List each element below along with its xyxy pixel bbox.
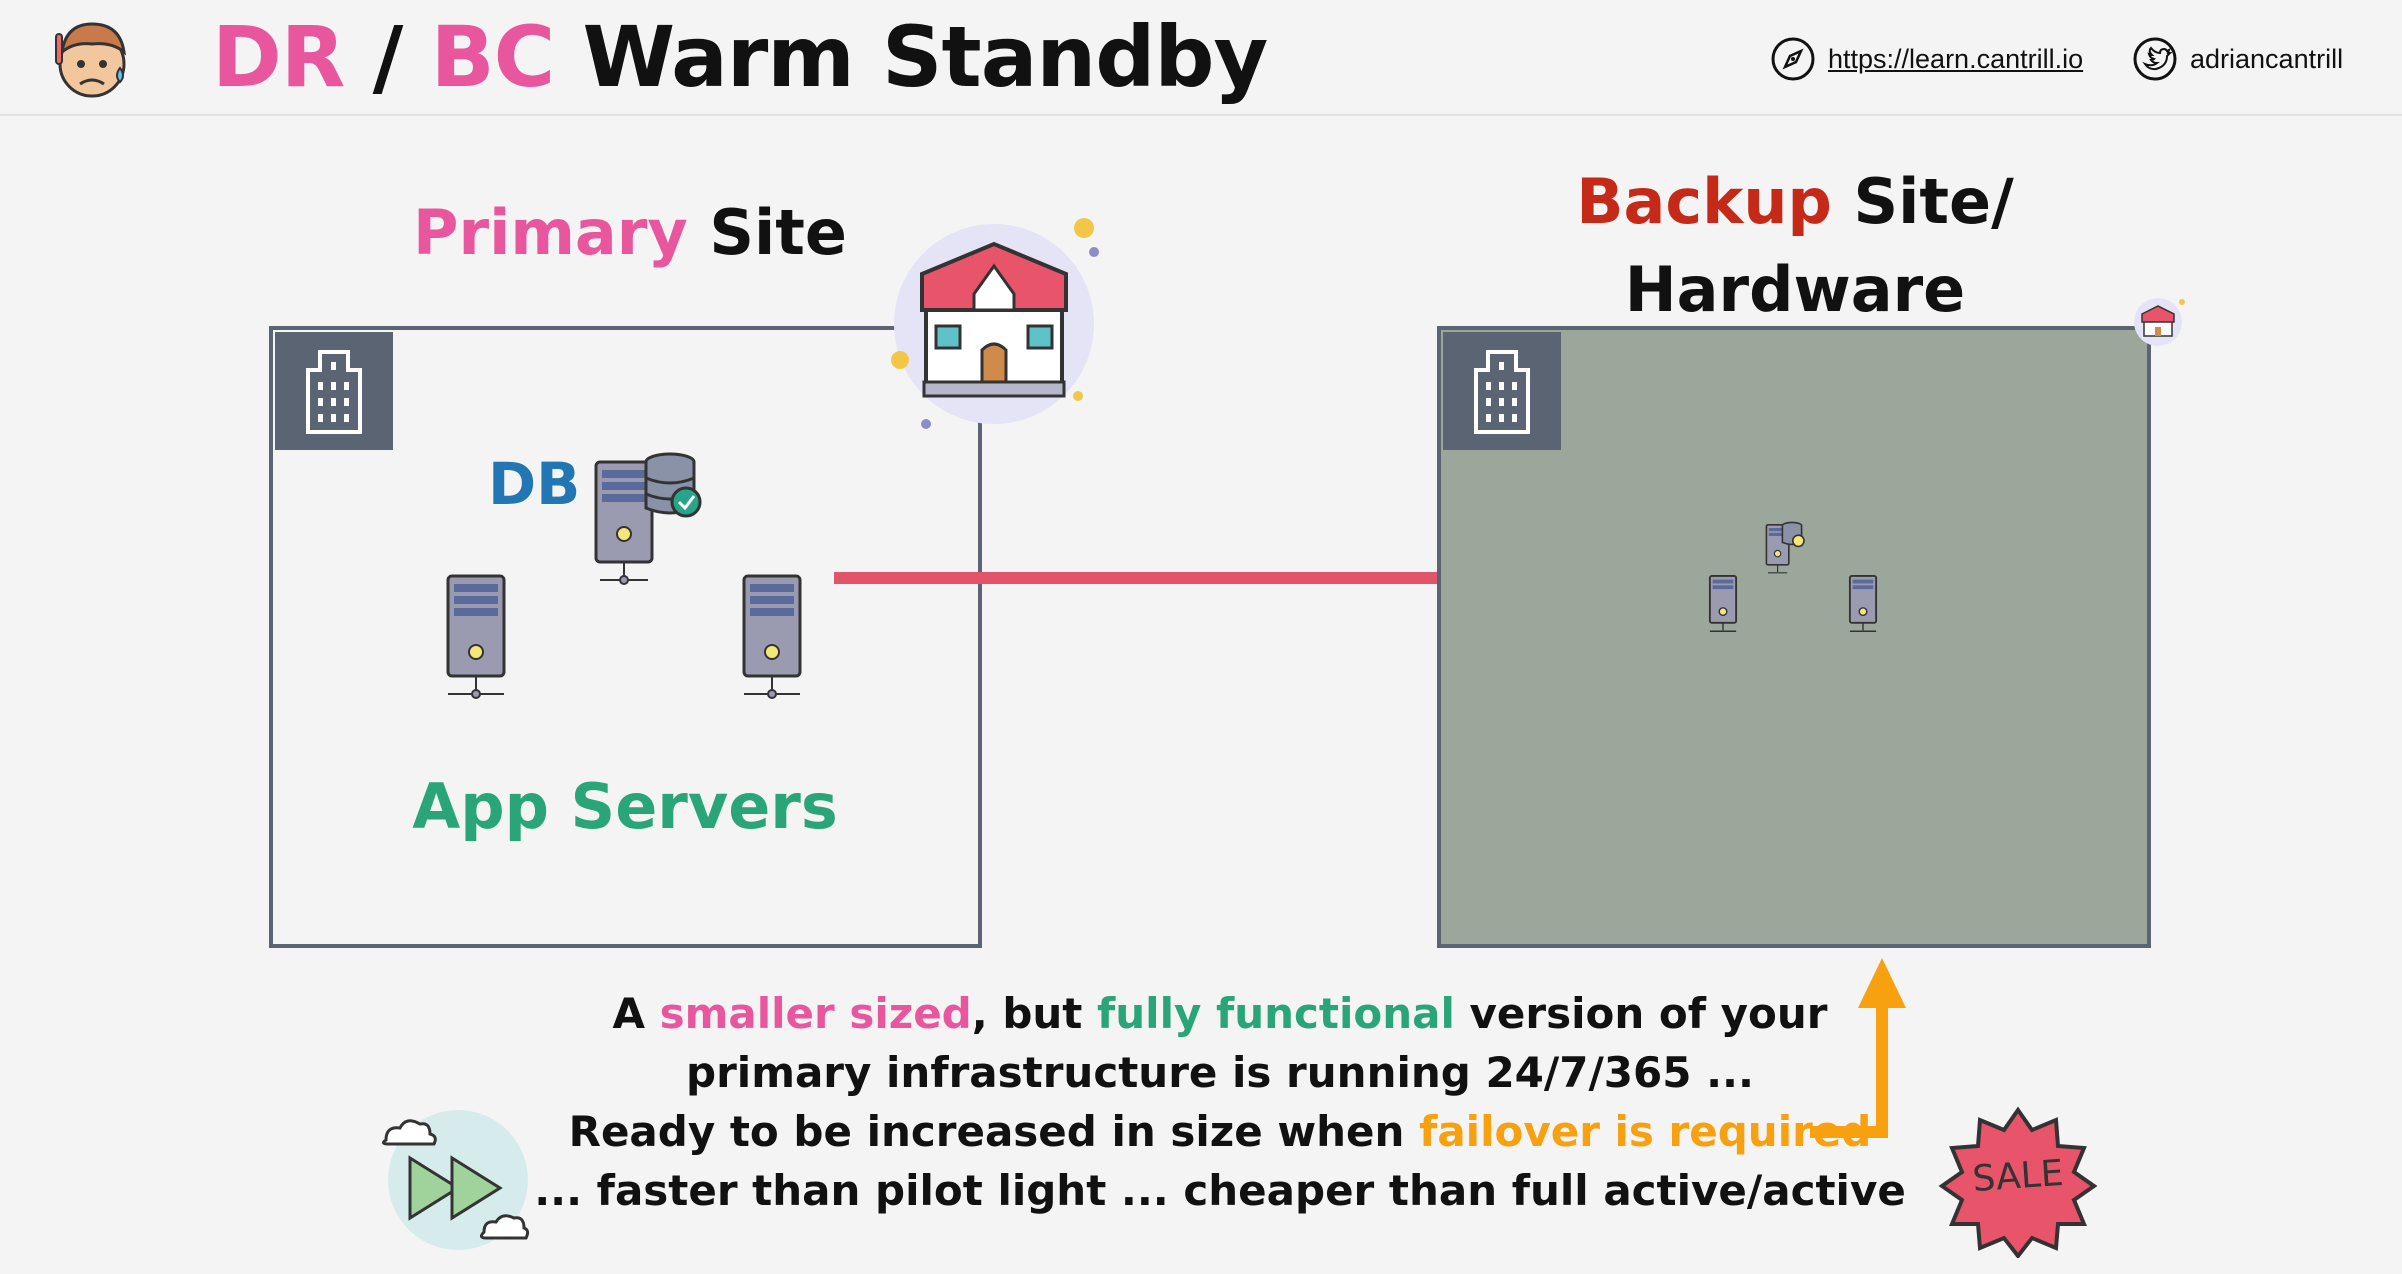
title-bc: BC [430, 8, 556, 106]
primary-label-highlight: Primary [413, 196, 688, 269]
db-server-icon [590, 450, 710, 594]
backup-label-rest: Site/ [1831, 165, 2014, 238]
backup-label-hardware: Hardware [1624, 253, 1966, 326]
website-link[interactable]: https://learn.cantrill.io [1770, 36, 2083, 82]
caption-line-4: ... faster than pilot light ... cheaper … [534, 1166, 1906, 1215]
twitter-link[interactable]: adriancantrill [2132, 36, 2343, 82]
backup-building-icon [1443, 332, 1561, 450]
app-servers-label: App Servers [412, 770, 838, 843]
twitter-icon [2133, 37, 2177, 81]
sale-badge: SALE [1938, 1106, 2098, 1258]
primary-label-rest: Site [687, 196, 847, 269]
house-icon [884, 214, 1104, 438]
title-dr: DR [212, 8, 345, 106]
caption-line-1: A smaller sized, but fully functional ve… [612, 989, 1828, 1038]
backup-app-server-left-icon [1708, 574, 1738, 640]
small-house-icon [2130, 294, 2186, 354]
header-divider [0, 114, 2402, 116]
backup-label-highlight: Backup [1576, 165, 1832, 238]
db-label: DB [488, 450, 581, 518]
website-url[interactable]: https://learn.cantrill.io [1828, 44, 2083, 75]
app-server-left-icon [444, 572, 508, 708]
title-separator: / [344, 8, 431, 106]
caption-line-2: primary infrastructure is running 24/7/3… [686, 1048, 1754, 1097]
backup-site-label: Backup Site/ Hardware [1470, 158, 2120, 334]
caption-line-3: Ready to be increased in size when failo… [568, 1107, 1872, 1156]
twitter-handle[interactable]: adriancantrill [2190, 44, 2343, 75]
page-title: DR / BC Warm Standby [212, 8, 1269, 106]
primary-building-icon [275, 332, 393, 450]
backup-app-server-right-icon [1848, 574, 1878, 640]
app-server-right-icon [740, 572, 804, 708]
caption-failover-required: failover is required [1419, 1107, 1872, 1156]
presenter-avatar-icon [46, 14, 138, 110]
compass-icon [1771, 37, 1815, 81]
caption-text: A smaller sized, but fully functional ve… [520, 984, 1920, 1220]
primary-site-label: Primary Site [380, 196, 880, 269]
caption-fully-functional: fully functional [1097, 989, 1455, 1038]
title-warm-standby: Warm Standby [554, 8, 1269, 106]
caption-smaller-sized: smaller sized [659, 989, 972, 1038]
fast-forward-icon [366, 1100, 542, 1260]
backup-db-server-icon [1764, 520, 1812, 588]
